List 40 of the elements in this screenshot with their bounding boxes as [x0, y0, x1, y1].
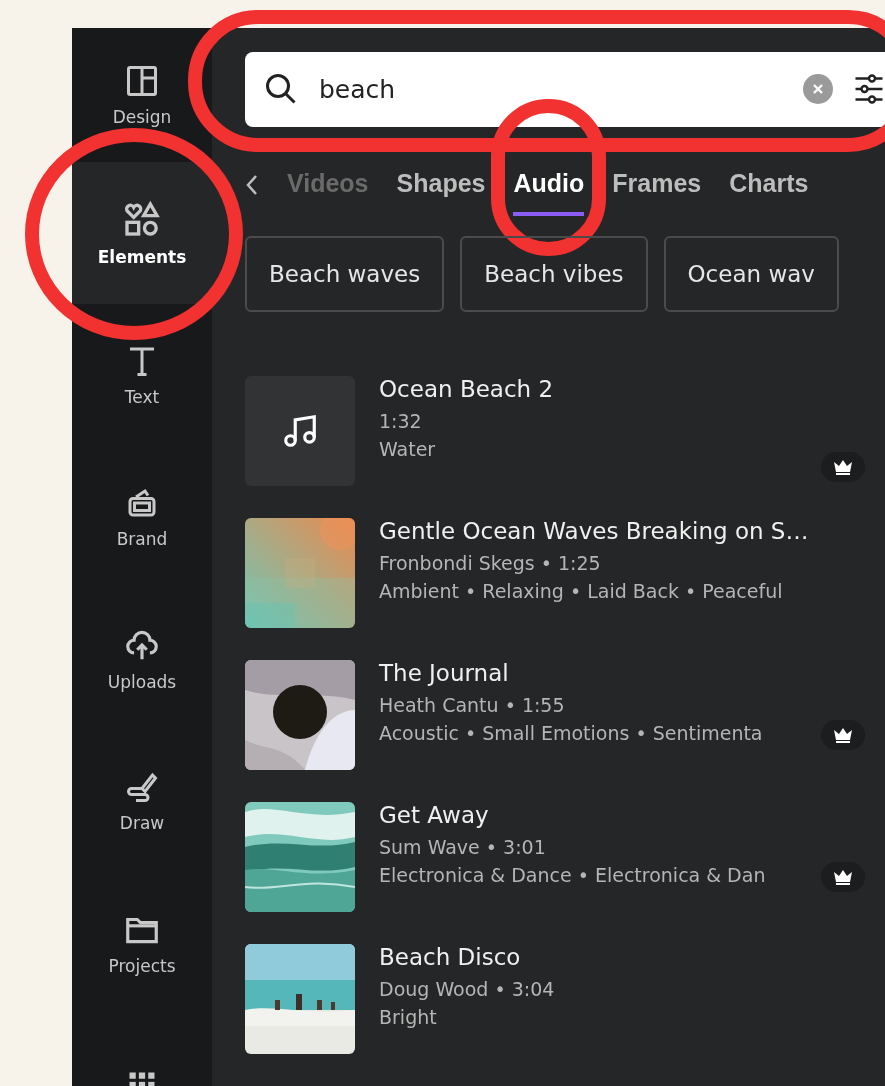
sidebar-item[interactable]: Text — [72, 304, 212, 446]
sidebar-item[interactable]: Uploads — [72, 588, 212, 730]
suggestion-chip[interactable]: Beach vibes — [460, 236, 648, 312]
track-title: Beach Disco — [379, 944, 522, 970]
crown-icon — [833, 459, 853, 475]
suggestion-chip[interactable]: Beach waves — [245, 236, 445, 312]
track-tags: Acoustic • Small Emotions • Sentimenta — [379, 722, 763, 744]
search-bar[interactable]: beach — [245, 52, 885, 127]
layout-icon — [124, 63, 160, 99]
track-meta: Heath Cantu • 1:55 — [379, 694, 566, 716]
suggestion-chip[interactable]: Ocean wav — [663, 236, 839, 312]
track-tags: Water — [379, 438, 554, 460]
track-title: Ocean Beach 2 — [379, 376, 554, 402]
music-thumbnail[interactable] — [245, 376, 355, 486]
track-meta: 1:32 — [379, 410, 423, 432]
sidebar-item[interactable]: Projects — [72, 872, 212, 1014]
sidebar-item[interactable]: Draw — [72, 730, 212, 872]
close-icon — [812, 83, 824, 96]
track-title: Gentle Ocean Waves Breaking on S… — [379, 518, 809, 544]
tab[interactable]: Frames — [612, 168, 702, 216]
track-tags: Ambient • Relaxing • Laid Back • Peaceful — [379, 580, 809, 602]
crown-icon — [833, 869, 853, 885]
sidebar-item[interactable]: Elements — [72, 162, 212, 304]
track-tags: Electronica & Dance • Electronica & Dan — [379, 864, 766, 886]
tab[interactable]: Audio — [513, 168, 585, 216]
tab[interactable]: Shapes — [396, 168, 486, 216]
track-meta: Fronbondi Skegs • 1:25 — [379, 552, 602, 574]
sidebar-item[interactable]: Design — [72, 28, 212, 162]
track-title: The Journal — [379, 660, 510, 686]
track-title: Get Away — [379, 802, 490, 828]
sidebar-item[interactable]: Brand — [72, 446, 212, 588]
track-meta: Sum Wave • 3:01 — [379, 836, 547, 858]
search-field[interactable]: beach — [317, 73, 785, 105]
track-tags: Bright — [379, 1006, 555, 1028]
clear-button[interactable] — [803, 74, 833, 105]
crown-icon — [833, 727, 853, 743]
music-note-icon — [281, 412, 319, 450]
track-meta: Doug Wood • 3:04 — [379, 978, 555, 1000]
tab[interactable]: Charts — [729, 168, 809, 216]
shapes-icon — [122, 199, 162, 239]
